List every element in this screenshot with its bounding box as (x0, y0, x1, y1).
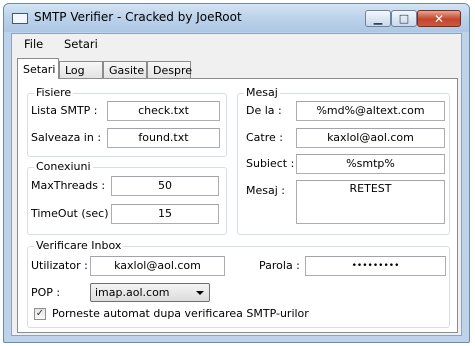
lista-smtp-label: Lista SMTP : (31, 104, 98, 117)
fisiere-group: Fisiere Lista SMTP : check.txt Salveaza … (27, 86, 227, 157)
client-area: File Setari Setari Log Gasite Despre Fis… (11, 33, 462, 336)
utilizator-label: Utilizator : (31, 259, 88, 272)
catre-label: Catre : (246, 131, 283, 144)
timeout-input[interactable]: 15 (111, 204, 219, 224)
tab-panel-setari: Fisiere Lista SMTP : check.txt Salveaza … (17, 78, 458, 333)
catre-input[interactable]: kaxlol@aol.com (296, 128, 445, 148)
subiect-label: Subiect : (246, 157, 295, 170)
tab-despre[interactable]: Despre (147, 61, 192, 78)
mesaj-group-title: Mesaj (244, 86, 280, 99)
parola-label: Parola : (259, 259, 300, 272)
tab-log[interactable]: Log (59, 61, 103, 78)
minimize-button[interactable]: ▁ (365, 10, 391, 27)
menu-bar: File Setari (12, 34, 461, 54)
mesaj-textarea[interactable]: RETEST (296, 180, 445, 224)
close-icon: ✕ (433, 11, 445, 26)
checkmark-icon: ✓ (35, 308, 45, 319)
chevron-down-icon (196, 291, 204, 295)
menu-file[interactable]: File (24, 37, 43, 51)
app-window: SMTP Verifier - Cracked by JoeRoot ▁ □ ✕… (3, 3, 470, 343)
mesaj-group: Mesaj De la : %md%@altext.com Catre : ka… (237, 86, 450, 235)
parola-input[interactable]: ••••••••• (305, 256, 446, 276)
title-bar[interactable]: SMTP Verifier - Cracked by JoeRoot ▁ □ ✕ (4, 4, 469, 32)
inbox-group: Verificare Inbox Utilizator : kaxlol@aol… (27, 239, 450, 328)
max-threads-label: MaxThreads : (31, 179, 106, 192)
tab-gasite[interactable]: Gasite (103, 61, 147, 78)
salveaza-input[interactable]: found.txt (107, 128, 220, 148)
lista-smtp-input[interactable]: check.txt (107, 101, 220, 121)
autostart-label: Porneste automat dupa verificarea SMTP-u… (52, 307, 309, 320)
salveaza-label: Salveaza in : (31, 131, 102, 144)
window-title: SMTP Verifier - Cracked by JoeRoot (34, 10, 242, 24)
tab-setari[interactable]: Setari (17, 58, 59, 79)
mesaj-label: Mesaj : (246, 184, 285, 197)
utilizator-input[interactable]: kaxlol@aol.com (90, 256, 225, 276)
close-button[interactable]: ✕ (417, 10, 461, 27)
conexiuni-group: Conexiuni MaxThreads : 50 TimeOut (sec) … (27, 160, 227, 235)
de-la-label: De la : (246, 104, 282, 117)
app-window-icon (12, 13, 28, 24)
fisiere-group-title: Fisiere (34, 86, 74, 99)
de-la-input[interactable]: %md%@altext.com (296, 101, 445, 121)
maximize-button[interactable]: □ (391, 10, 417, 27)
pop-label: POP : (31, 286, 61, 299)
minimize-icon: ▁ (373, 12, 383, 25)
max-threads-input[interactable]: 50 (111, 176, 219, 196)
subiect-input[interactable]: %smtp% (296, 154, 445, 174)
timeout-label: TimeOut (sec) : (31, 207, 116, 220)
pop-select-value: imap.aol.com (95, 286, 170, 299)
maximize-icon: □ (398, 12, 410, 25)
menu-settings[interactable]: Setari (64, 37, 98, 51)
inbox-group-title: Verificare Inbox (34, 239, 124, 252)
autostart-checkbox[interactable]: ✓ (34, 308, 46, 320)
conexiuni-group-title: Conexiuni (34, 160, 93, 173)
pop-select[interactable]: imap.aol.com (90, 283, 210, 302)
